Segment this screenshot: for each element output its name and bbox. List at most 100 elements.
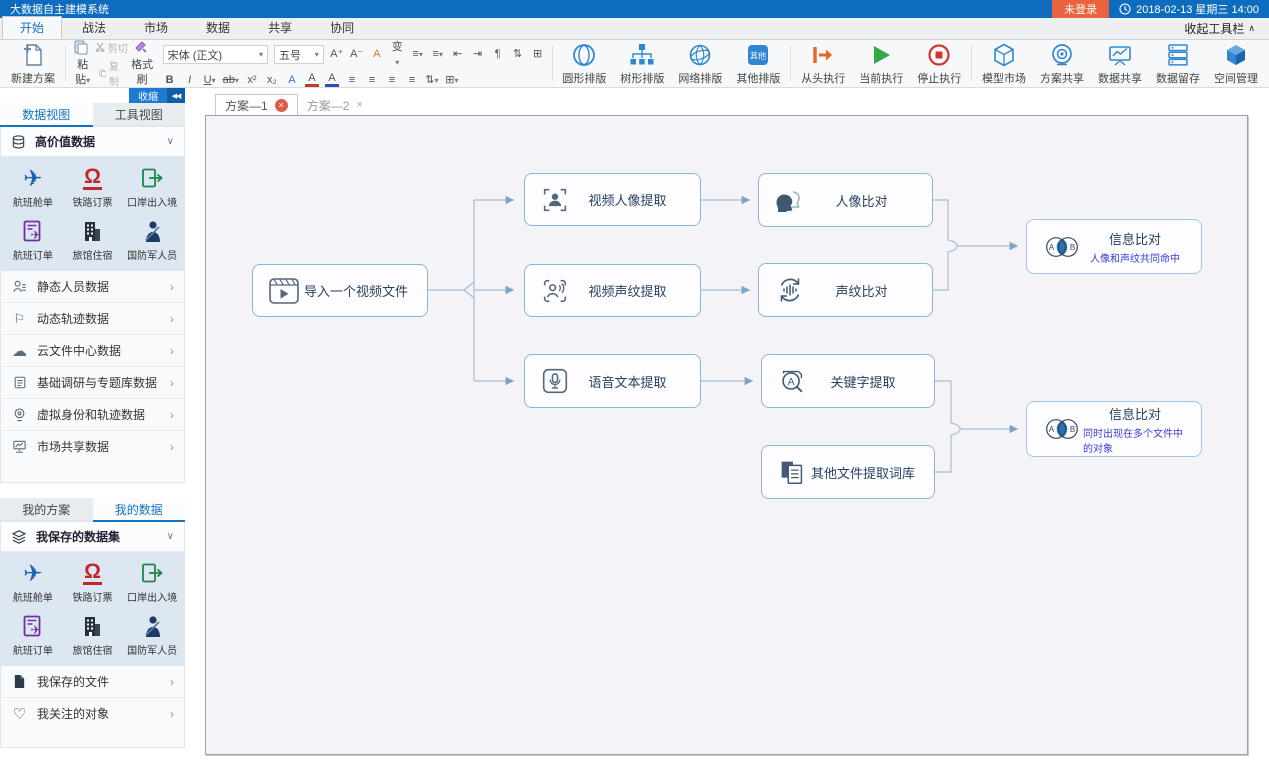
align-justify-icon[interactable]: ≡ bbox=[405, 73, 419, 88]
sidebar-collapse-button[interactable]: 收缩 ◀◀ bbox=[129, 88, 185, 103]
category-virtual-identity[interactable]: 虚拟身份和轨迹数据 › bbox=[1, 399, 184, 431]
ribbon-tab-market[interactable]: 市场 bbox=[126, 16, 186, 39]
dataset-flight-order[interactable]: ✈ 航班订单 bbox=[3, 610, 63, 660]
dataset-military-personnel[interactable]: 国防军人员 bbox=[122, 610, 182, 660]
section-high-value-data[interactable]: 高价值数据 ∨ bbox=[1, 127, 184, 157]
network-layout-button[interactable]: 网络排版 bbox=[671, 41, 729, 86]
dataset-border-entry-exit[interactable]: 口岸出入境 bbox=[122, 162, 182, 212]
tab-my-data[interactable]: 我的数据 bbox=[93, 498, 186, 522]
node-info-compare-2[interactable]: AB 信息比对 同时出现在多个文件中的对象 bbox=[1026, 401, 1202, 457]
node-face-compare[interactable]: 人像比对 bbox=[758, 173, 933, 227]
dataset-hotel-stay[interactable]: 旅馆住宿 bbox=[63, 215, 123, 265]
category-market-shared-data[interactable]: 市场共享数据 › bbox=[1, 431, 184, 462]
subscript-icon[interactable]: x₂ bbox=[265, 73, 279, 88]
category-static-personnel[interactable]: 静态人员数据 › bbox=[1, 271, 184, 303]
dataset-rail-ticket[interactable]: Ω 铁路订票 bbox=[63, 557, 123, 607]
tab-data-view[interactable]: 数据视图 bbox=[0, 103, 93, 127]
plan-tab-1[interactable]: 方案—1 × bbox=[215, 94, 298, 115]
tree-layout-button[interactable]: 树形排版 bbox=[613, 41, 671, 86]
sort-icon[interactable]: ⇅ bbox=[511, 47, 525, 62]
login-status-badge[interactable]: 未登录 bbox=[1052, 0, 1109, 18]
flow-canvas[interactable]: 导入一个视频文件 视频人像提取 视频声纹提取 语音文本提取 人像比对 bbox=[205, 115, 1248, 755]
link-my-saved-files[interactable]: 我保存的文件 › bbox=[1, 666, 184, 698]
collapse-toolbar-button[interactable]: 收起工具栏 ∧ bbox=[1184, 20, 1269, 39]
dataset-flight-order[interactable]: ✈ 航班订单 bbox=[3, 215, 63, 265]
superscript-icon[interactable]: x² bbox=[245, 73, 259, 88]
space-management-button[interactable]: 空间管理 bbox=[1207, 41, 1265, 86]
dataset-hotel-stay[interactable]: 旅馆住宿 bbox=[63, 610, 123, 660]
dataset-flight-manifest[interactable]: ✈ 航班舱单 bbox=[3, 162, 63, 212]
category-research-library[interactable]: 基础调研与专题库数据 › bbox=[1, 367, 184, 399]
node-speech-to-text[interactable]: 语音文本提取 bbox=[524, 354, 701, 408]
align-right-icon[interactable]: ≡ bbox=[385, 73, 399, 88]
numbered-list-icon[interactable]: ≡▾ bbox=[431, 47, 445, 62]
category-cloud-file-center[interactable]: ☁ 云文件中心数据 › bbox=[1, 335, 184, 367]
dataset-military-personnel[interactable]: 国防军人员 bbox=[122, 215, 182, 265]
close-tab-icon[interactable]: × bbox=[275, 99, 288, 112]
close-tab-icon[interactable]: × bbox=[356, 99, 362, 111]
data-retention-button[interactable]: 数据留存 bbox=[1149, 41, 1207, 86]
ribbon-tab-collab[interactable]: 协同 bbox=[312, 16, 372, 39]
model-market-button[interactable]: 模型市场 bbox=[975, 41, 1033, 86]
tab-tool-view[interactable]: 工具视图 bbox=[93, 103, 186, 127]
data-share-button[interactable]: 数据共享 bbox=[1091, 41, 1149, 86]
run-from-start-button[interactable]: 从头执行 bbox=[794, 41, 852, 86]
svg-text:B: B bbox=[1070, 425, 1075, 434]
ribbon-tab-share[interactable]: 共享 bbox=[250, 16, 310, 39]
align-left-icon[interactable]: ≡ bbox=[345, 73, 359, 88]
other-layout-button[interactable]: 其他 其他排版 bbox=[729, 41, 787, 86]
dataset-flight-manifest[interactable]: ✈ 航班舱单 bbox=[3, 557, 63, 607]
font-family-select[interactable]: 宋体 (正文)▾ bbox=[163, 45, 268, 64]
text-effects-icon[interactable]: A bbox=[285, 73, 299, 88]
text-direction-icon[interactable]: ¶ bbox=[491, 47, 505, 62]
paste-icon[interactable] bbox=[73, 39, 89, 55]
ruby-guide-icon[interactable]: 变▾ bbox=[390, 40, 405, 70]
font-color-icon[interactable]: A bbox=[325, 73, 339, 87]
bullet-list-icon[interactable]: ≡▾ bbox=[411, 47, 425, 62]
strikethrough-icon[interactable]: ab▾ bbox=[223, 73, 239, 88]
paste-button[interactable]: 粘贴▾ bbox=[73, 58, 93, 88]
node-import-video[interactable]: 导入一个视频文件 bbox=[252, 264, 428, 317]
grow-font-icon[interactable]: A⁺ bbox=[330, 47, 344, 62]
shading-icon[interactable]: ⊞▾ bbox=[445, 73, 459, 88]
decrease-indent-icon[interactable]: ⇤ bbox=[451, 47, 465, 62]
stop-execution-button[interactable]: 停止执行 bbox=[910, 41, 968, 86]
cut-button: 剪切 bbox=[95, 40, 128, 55]
dataset-border-entry-exit[interactable]: 口岸出入境 bbox=[122, 557, 182, 607]
ribbon-tab-data[interactable]: 数据 bbox=[188, 16, 248, 39]
align-center-icon[interactable]: ≡ bbox=[365, 73, 379, 88]
clear-format-icon[interactable]: A bbox=[370, 47, 384, 62]
node-video-voiceprint-extract[interactable]: 视频声纹提取 bbox=[524, 264, 701, 317]
increase-indent-icon[interactable]: ⇥ bbox=[471, 47, 485, 62]
font-size-select[interactable]: 五号▾ bbox=[274, 45, 324, 64]
plan-share-button[interactable]: 方案共享 bbox=[1033, 41, 1091, 86]
bold-icon[interactable]: B bbox=[163, 73, 177, 88]
format-painter-icon[interactable] bbox=[134, 40, 148, 54]
voiceprint-scan-icon bbox=[539, 275, 571, 307]
plan-tab-2[interactable]: 方案—2 × bbox=[298, 95, 372, 115]
link-my-followed-objects[interactable]: ♡ 我关注的对象 › bbox=[1, 698, 184, 729]
node-info-compare-1[interactable]: AB 信息比对 人像和声纹共同命中 bbox=[1026, 219, 1202, 274]
node-voiceprint-compare[interactable]: 声纹比对 bbox=[758, 263, 933, 317]
circle-layout-button[interactable]: 圆形排版 bbox=[555, 41, 613, 86]
highlight-color-icon[interactable]: A bbox=[305, 73, 319, 87]
ribbon-tab-start[interactable]: 开始 bbox=[2, 16, 62, 39]
italic-icon[interactable]: I bbox=[183, 73, 197, 88]
show-marks-icon[interactable]: ⊞ bbox=[531, 47, 545, 62]
dataset-rail-ticket[interactable]: Ω 铁路订票 bbox=[63, 162, 123, 212]
ribbon-tab-tactics[interactable]: 战法 bbox=[64, 16, 124, 39]
keyword-search-icon: A bbox=[776, 365, 808, 397]
tab-my-plans[interactable]: 我的方案 bbox=[0, 498, 93, 522]
node-keyword-extract[interactable]: A 关键字提取 bbox=[761, 354, 935, 408]
shrink-font-icon[interactable]: A⁻ bbox=[350, 47, 364, 62]
run-current-button[interactable]: 当前执行 bbox=[852, 41, 910, 86]
node-video-face-extract[interactable]: 视频人像提取 bbox=[524, 173, 701, 226]
network-layout-icon bbox=[687, 42, 713, 69]
format-painter-button[interactable]: 格式刷 bbox=[130, 58, 155, 88]
category-dynamic-trajectory[interactable]: ⚐ 动态轨迹数据 › bbox=[1, 303, 184, 335]
line-spacing-icon[interactable]: ⇅▾ bbox=[425, 73, 439, 88]
section-saved-datasets[interactable]: 我保存的数据集 ∨ bbox=[1, 522, 184, 552]
underline-icon[interactable]: U▾ bbox=[203, 73, 217, 88]
node-other-files-lexicon[interactable]: 其他文件提取词库 bbox=[761, 445, 935, 499]
new-plan-button[interactable]: 新建方案 bbox=[4, 41, 62, 86]
